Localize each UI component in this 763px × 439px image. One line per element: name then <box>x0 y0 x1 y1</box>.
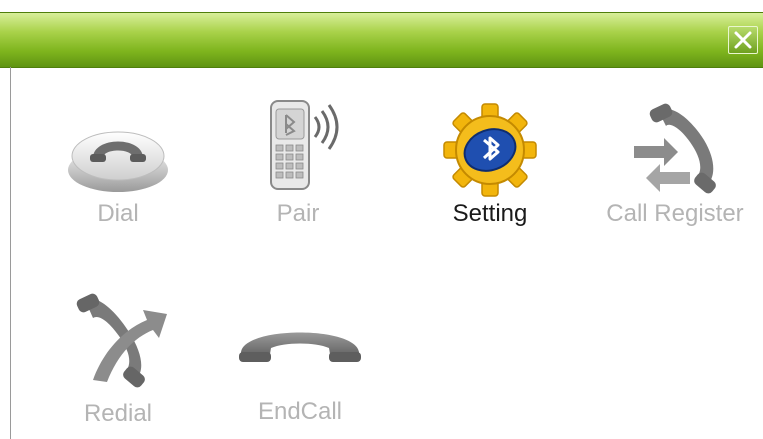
close-button[interactable] <box>728 26 758 54</box>
menu-item-label: Setting <box>452 200 528 227</box>
menu-item-pair[interactable]: Pair <box>208 95 388 228</box>
app-window: Dial Pair Setting Call Register Redial E… <box>0 0 763 439</box>
bluetooth-gear-icon <box>443 103 537 197</box>
title-bar <box>0 12 763 68</box>
handset-button-icon <box>68 131 168 192</box>
menu-item-setting[interactable]: Setting <box>400 100 580 228</box>
menu-item-call-register[interactable]: Call Register <box>585 98 763 228</box>
menu-item-endcall[interactable]: EndCall <box>210 318 390 426</box>
redial-icon <box>76 293 167 388</box>
menu-item-dial[interactable]: Dial <box>28 108 208 228</box>
bluetooth-phone-icon <box>270 100 339 190</box>
menu-item-label: Call Register <box>606 200 744 227</box>
close-icon <box>734 31 752 49</box>
menu-item-label: Redial <box>83 400 153 427</box>
menu-item-label: Pair <box>276 200 320 227</box>
menu-item-label: EndCall <box>257 398 343 425</box>
window-frame-left <box>10 67 11 439</box>
call-register-icon <box>634 103 716 194</box>
end-call-icon <box>239 332 361 362</box>
menu-item-redial[interactable]: Redial <box>28 292 208 428</box>
menu-item-label: Dial <box>97 200 139 227</box>
